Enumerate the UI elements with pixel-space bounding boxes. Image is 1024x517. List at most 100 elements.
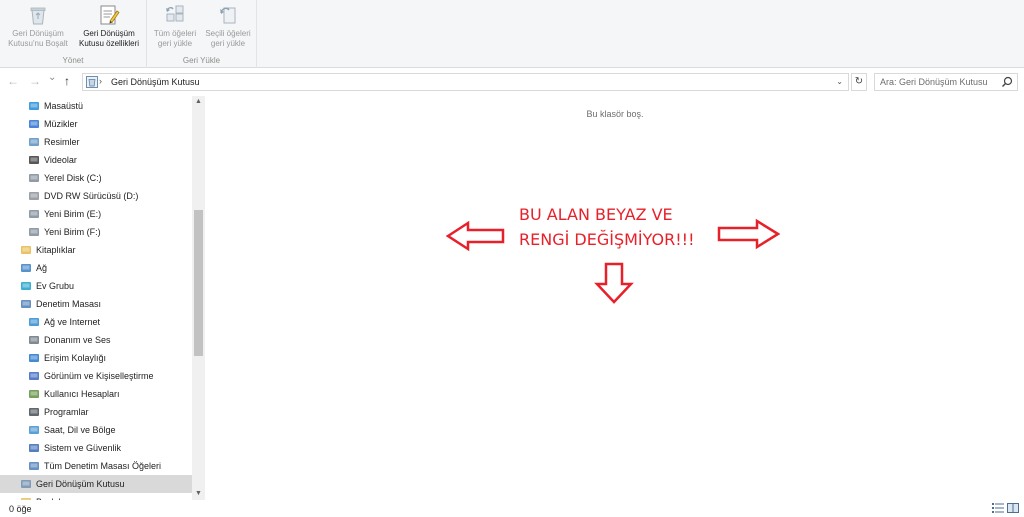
navigation-pane-scrollbar[interactable]: ▲ ▼ (192, 96, 205, 500)
scroll-down-button[interactable]: ▼ (192, 488, 205, 500)
nav-item-label: Videolar (44, 155, 77, 165)
recent-locations-button[interactable]: ⌄ (48, 72, 56, 83)
ribbon: Geri Dönüşüm Kutusu'nu Boşalt Geri Dönüş… (0, 0, 1024, 68)
ribbon-button-label: Geri Dönüşüm (83, 29, 135, 38)
ribbon-group-label: Geri Yükle (182, 56, 221, 65)
breadcrumb-separator[interactable]: › (99, 76, 102, 86)
programs-icon (28, 406, 40, 418)
nav-item[interactable]: Yeni Birim (E:) (0, 205, 192, 223)
navigation-pane: Masaüstü Müzikler Resimler Videolar Yerel Di… (0, 96, 205, 500)
status-bar: 0 öğe (0, 500, 1024, 517)
nav-item-label: Yeni Birim (E:) (44, 209, 102, 219)
restore-selected-items-button[interactable]: Seçili öğeleri geri yükle (201, 4, 255, 49)
videos-icon (28, 154, 40, 166)
nav-item[interactable]: Müzikler (0, 115, 192, 133)
ease-of-access-icon (28, 352, 40, 364)
recycle-bin-icon (86, 76, 98, 88)
nav-item[interactable]: Geri Dönüşüm Kutusu (0, 475, 192, 493)
recycle-bin-icon (20, 478, 32, 490)
nav-item-label: Programlar (44, 407, 89, 417)
dvd-icon (28, 190, 40, 202)
nav-item-label: DVD RW Sürücüsü (D:) (44, 191, 139, 201)
nav-item[interactable]: Resimler (0, 133, 192, 151)
ribbon-button-label: Seçili öğeleri (205, 29, 251, 38)
arrow-right-annotation (717, 218, 780, 250)
back-button[interactable]: ← (7, 74, 19, 88)
search-icon[interactable] (1001, 76, 1013, 88)
annotation-text: BU ALAN BEYAZ VE RENGİ DEĞİŞMİYOR!!! (519, 202, 694, 252)
arrow-down-annotation (594, 262, 634, 304)
address-bar[interactable]: › Geri Dönüşüm Kutusu ⌄ (82, 73, 849, 91)
annotation-line: RENGİ DEĞİŞMİYOR!!! (519, 230, 695, 249)
ribbon-button-label: Kutusu'nu Boşalt (8, 39, 68, 48)
nav-item[interactable]: Tüm Denetim Masası Öğeleri (0, 457, 192, 475)
network-icon (20, 262, 32, 274)
details-view-icon[interactable] (992, 503, 1004, 513)
restore-all-icon (166, 5, 184, 22)
user-accounts-icon (28, 388, 40, 400)
nav-item[interactable]: Videolar (0, 151, 192, 169)
scrollbar-thumb[interactable] (194, 210, 203, 356)
nav-item[interactable]: Yerel Disk (C:) (0, 169, 192, 187)
nav-item[interactable]: Yeni Birim (F:) (0, 223, 192, 241)
recycle-bin-properties-button[interactable]: Geri Dönüşüm Kutusu özellikleri (73, 4, 145, 49)
hardware-sound-icon (28, 334, 40, 346)
up-button[interactable]: ↑ (64, 74, 70, 88)
large-icons-view-icon[interactable] (1007, 503, 1019, 513)
item-count: 0 öğe (9, 504, 32, 514)
breadcrumb-recycle-bin[interactable]: Geri Dönüşüm Kutusu (111, 77, 200, 87)
search-box[interactable]: Ara: Geri Dönüşüm Kutusu (874, 73, 1018, 91)
nav-item[interactable]: Ağ (0, 259, 192, 277)
nav-item[interactable]: Ev Grubu (0, 277, 192, 295)
all-control-panel-icon (28, 460, 40, 472)
address-dropdown-button[interactable]: ⌄ (836, 77, 843, 86)
nav-item-label: Saat, Dil ve Bölge (44, 425, 116, 435)
nav-item[interactable]: Baskılar (0, 493, 192, 500)
forward-button[interactable]: → (29, 74, 41, 88)
nav-item[interactable]: Programlar (0, 403, 192, 421)
nav-item-label: Ev Grubu (36, 281, 75, 291)
drive-icon (28, 208, 40, 220)
ribbon-button-label: Kutusu özellikleri (78, 39, 140, 48)
empty-folder-message: Bu klasör boş. (586, 109, 644, 119)
annotation-line: BU ALAN BEYAZ VE (519, 205, 673, 224)
system-security-icon (28, 442, 40, 454)
nav-item[interactable]: DVD RW Sürücüsü (D:) (0, 187, 192, 205)
nav-item[interactable]: Görünüm ve Kişiselleştirme (0, 367, 192, 385)
ribbon-group-manage: Geri Dönüşüm Kutusu'nu Boşalt Geri Dönüş… (0, 0, 147, 68)
desktop-icon (28, 100, 40, 112)
nav-item[interactable]: Kullanıcı Hesapları (0, 385, 192, 403)
drive-icon (28, 172, 40, 184)
nav-item-label: Donanım ve Ses (44, 335, 111, 345)
ribbon-group-label: Yönet (62, 56, 84, 65)
restore-selected-icon (220, 7, 236, 24)
recycle-bin-icon (30, 7, 46, 25)
nav-item[interactable]: Saat, Dil ve Bölge (0, 421, 192, 439)
nav-item-label: Denetim Masası (36, 299, 102, 309)
nav-item[interactable]: Ağ ve Internet (0, 313, 192, 331)
nav-item[interactable]: Erişim Kolaylığı (0, 349, 192, 367)
nav-item-label: Yerel Disk (C:) (44, 173, 102, 183)
file-list-area[interactable]: Bu klasör boş. BU ALAN BEYAZ VE RENGİ DE… (206, 96, 1024, 500)
control-panel-icon (20, 298, 32, 310)
nav-item[interactable]: Donanım ve Ses (0, 331, 192, 349)
nav-item[interactable]: Sistem ve Güvenlik (0, 439, 192, 457)
homegroup-icon (20, 280, 32, 292)
nav-item[interactable]: Masaüstü (0, 97, 192, 115)
search-input[interactable]: Ara: Geri Dönüşüm Kutusu (880, 77, 988, 87)
nav-item-label: Müzikler (44, 119, 78, 129)
nav-item-label: Yeni Birim (F:) (44, 227, 101, 237)
restore-all-items-button[interactable]: Tüm öğeleri geri yükle (149, 4, 201, 49)
appearance-icon (28, 370, 40, 382)
libraries-icon (20, 244, 32, 256)
nav-item-label: Erişim Kolaylığı (44, 353, 107, 363)
nav-item-label: Resimler (44, 137, 80, 147)
empty-recycle-bin-button[interactable]: Geri Dönüşüm Kutusu'nu Boşalt (3, 4, 73, 49)
clock-region-icon (28, 424, 40, 436)
ribbon-button-label: Geri Dönüşüm (12, 29, 64, 38)
nav-item[interactable]: Kitaplıklar (0, 241, 192, 259)
refresh-button[interactable]: ↻ (851, 73, 867, 91)
nav-item[interactable]: Denetim Masası (0, 295, 192, 313)
scroll-up-button[interactable]: ▲ (192, 96, 205, 108)
nav-item-label: Geri Dönüşüm Kutusu (36, 479, 125, 489)
